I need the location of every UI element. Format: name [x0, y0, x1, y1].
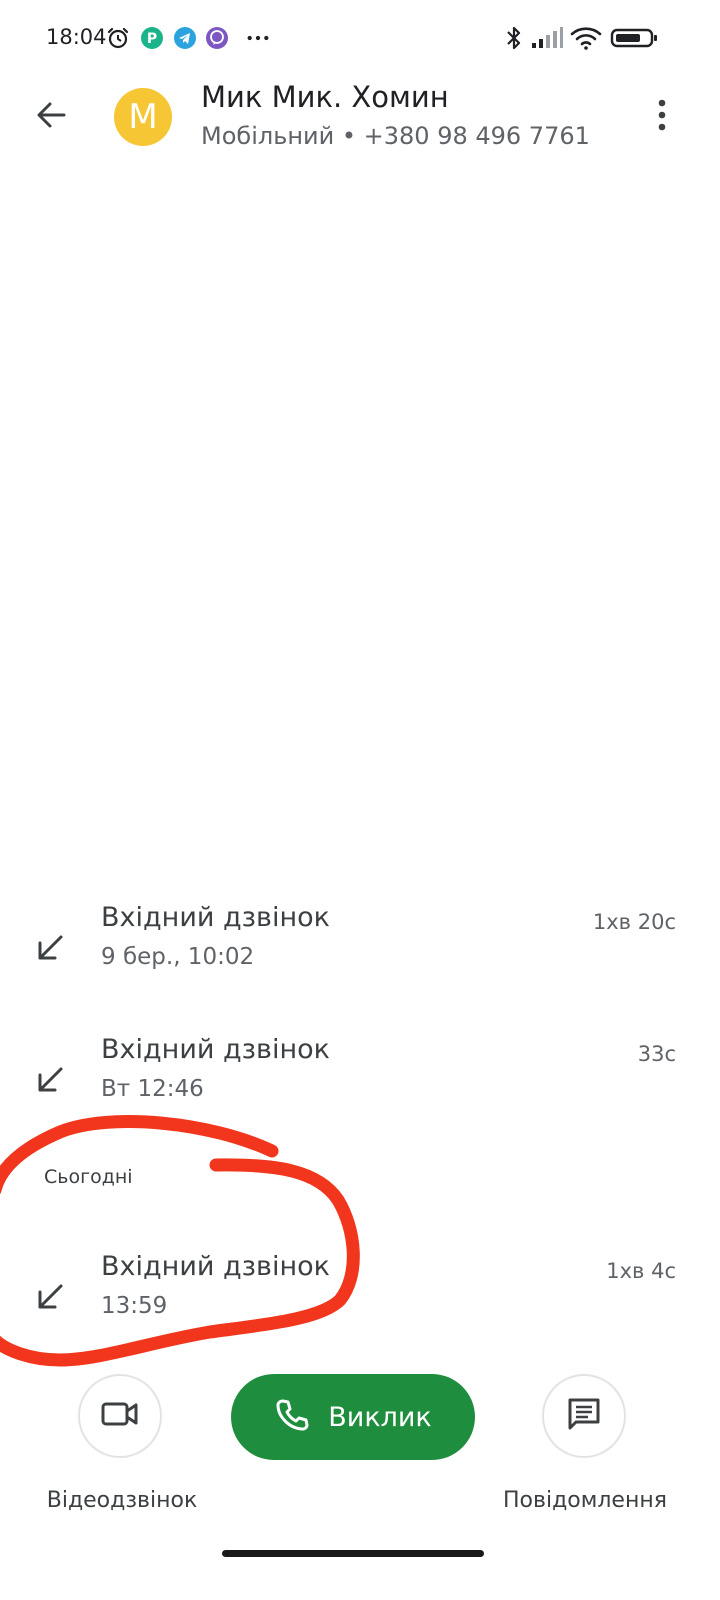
section-header-today: Сьогодні	[44, 1166, 133, 1188]
call-time: 13:59	[101, 1293, 168, 1319]
contact-phone[interactable]: Мобільний • +380 98 496 7761	[201, 122, 590, 150]
incoming-call-icon	[30, 1060, 70, 1100]
message-icon	[565, 1395, 603, 1437]
arrow-back-icon	[34, 98, 68, 136]
call-duration: 33с	[637, 1042, 676, 1066]
payment-app-icon: P	[140, 26, 164, 50]
call-button[interactable]: Виклик	[231, 1374, 475, 1460]
videocam-icon	[100, 1399, 140, 1433]
more-notifications-icon	[246, 26, 270, 50]
back-button[interactable]	[26, 92, 76, 142]
bluetooth-icon	[502, 26, 526, 50]
call-log-item[interactable]: Вхідний дзвінок 13:59 1хв 4с	[0, 1251, 720, 1361]
call-time: 9 бер., 10:02	[101, 944, 255, 970]
alarm-icon	[106, 26, 130, 50]
svg-text:P: P	[147, 31, 157, 47]
wifi-icon	[570, 26, 602, 50]
call-type: Вхідний дзвінок	[101, 1251, 330, 1282]
more-options-button[interactable]	[638, 92, 686, 142]
video-call-button[interactable]	[78, 1374, 162, 1458]
incoming-call-icon	[30, 1277, 70, 1317]
avatar: M	[114, 88, 172, 146]
call-duration: 1хв 4с	[606, 1259, 676, 1283]
message-label: Повідомлення	[503, 1488, 667, 1513]
call-duration: 1хв 20с	[592, 910, 676, 934]
phone-icon	[274, 1397, 310, 1437]
status-time: 18:04	[46, 25, 107, 49]
message-button[interactable]	[542, 1374, 626, 1458]
call-time: Вт 12:46	[101, 1076, 204, 1102]
call-type: Вхідний дзвінок	[101, 902, 330, 933]
call-log-item[interactable]: Вхідний дзвінок Вт 12:46 33с	[0, 1034, 720, 1144]
more-vert-icon	[657, 98, 667, 136]
call-type: Вхідний дзвінок	[101, 1034, 330, 1065]
incoming-call-icon	[30, 928, 70, 968]
home-indicator[interactable]	[222, 1550, 484, 1557]
signal-icon	[530, 26, 564, 50]
call-button-label: Виклик	[328, 1401, 432, 1433]
viber-icon	[205, 26, 229, 50]
battery-icon	[610, 26, 658, 50]
telegram-icon	[173, 26, 197, 50]
contact-name: Мик Мик. Хомин	[201, 80, 449, 114]
video-call-label: Відеодзвінок	[46, 1488, 198, 1513]
call-log-item[interactable]: Вхідний дзвінок 9 бер., 10:02 1хв 20с	[0, 902, 720, 1012]
